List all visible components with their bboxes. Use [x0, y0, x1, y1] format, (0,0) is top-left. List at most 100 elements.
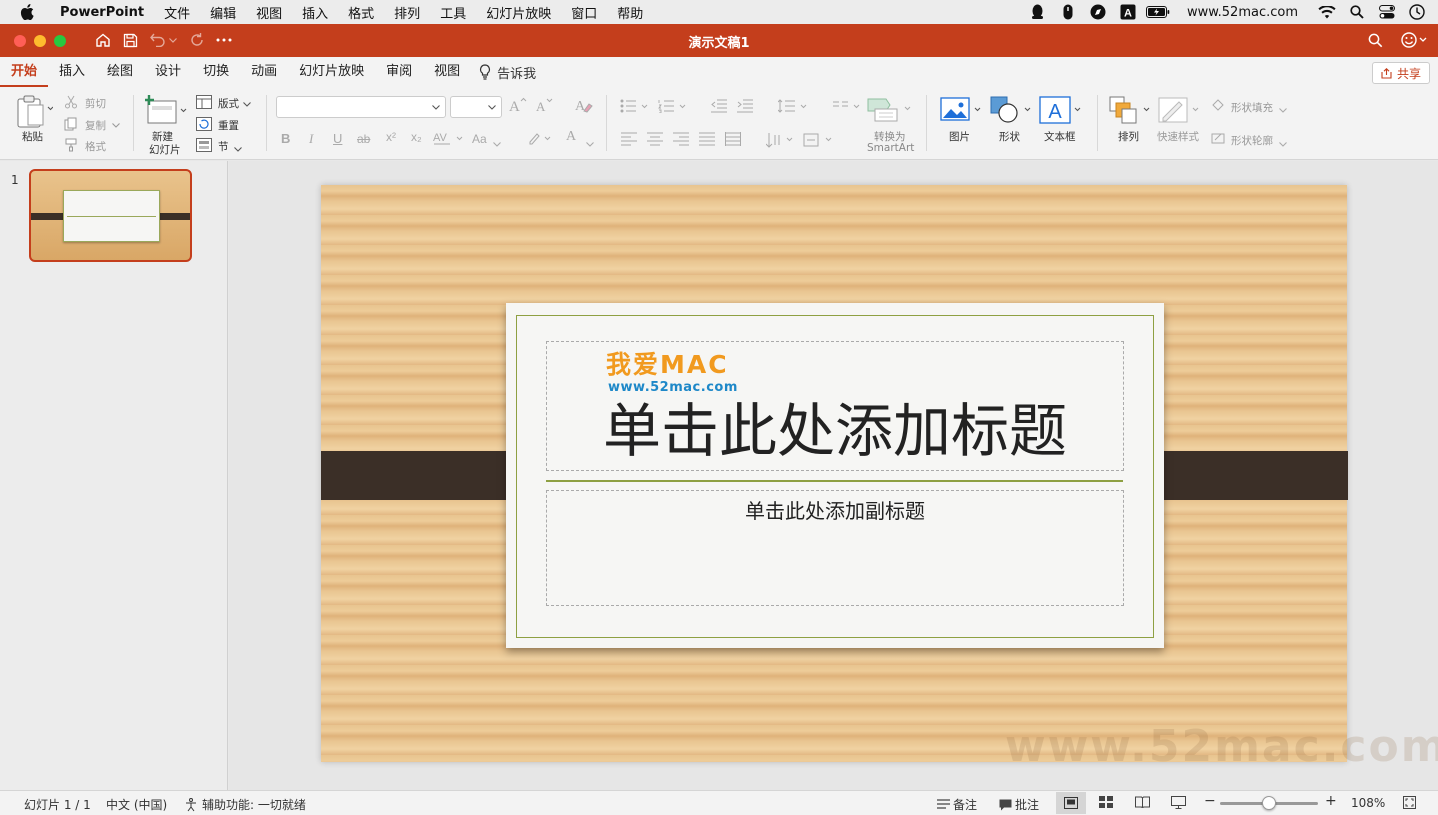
menu-window[interactable]: 窗口	[571, 3, 597, 22]
bullets-icon[interactable]	[620, 99, 650, 116]
menu-arrange[interactable]: 排列	[394, 3, 420, 22]
bold-button[interactable]: B	[281, 131, 290, 146]
tab-draw[interactable]: 绘图	[96, 57, 144, 87]
tab-insert[interactable]: 插入	[48, 57, 96, 87]
arrange-icon[interactable]	[1109, 96, 1153, 127]
tab-home[interactable]: 开始	[0, 57, 49, 87]
menu-view[interactable]: 视图	[256, 3, 282, 22]
copy-icon[interactable]	[64, 117, 78, 134]
copy-dropdown-icon[interactable]	[112, 118, 120, 131]
zoom-out-button[interactable]: −	[1204, 793, 1216, 809]
shapes-icon[interactable]	[990, 96, 1034, 127]
quick-styles-icon[interactable]	[1158, 96, 1202, 127]
picture-icon[interactable]	[940, 96, 984, 127]
increase-font-size-icon[interactable]: A	[509, 97, 527, 116]
wifi-icon[interactable]	[1312, 0, 1342, 24]
share-button[interactable]: 共享	[1371, 62, 1430, 84]
compass-icon[interactable]	[1083, 0, 1113, 24]
shape-fill-dropdown-icon[interactable]	[1279, 103, 1287, 116]
normal-view-button[interactable]	[1056, 792, 1086, 814]
spotlight-icon[interactable]	[1342, 0, 1372, 24]
slideshow-view-icon[interactable]	[1171, 796, 1186, 812]
tab-review[interactable]: 审阅	[375, 57, 423, 87]
change-case-dropdown-icon[interactable]	[493, 137, 501, 150]
shape-fill-icon[interactable]	[1211, 98, 1225, 115]
zoom-in-button[interactable]: +	[1325, 793, 1337, 809]
line-spacing-icon[interactable]	[777, 99, 810, 116]
align-left-icon[interactable]	[621, 132, 637, 149]
superscript-button[interactable]: x²	[386, 130, 396, 144]
qq-icon[interactable]	[1023, 0, 1053, 24]
align-center-icon[interactable]	[647, 132, 663, 149]
font-color-button[interactable]: A	[566, 129, 576, 145]
language-status[interactable]: 中文 (中国)	[106, 796, 167, 813]
fit-to-window-icon[interactable]	[1403, 796, 1416, 812]
smartart-icon[interactable]	[867, 95, 913, 126]
slide-thumbnail[interactable]	[29, 169, 192, 262]
shape-outline-dropdown-icon[interactable]	[1279, 137, 1287, 150]
numbering-icon[interactable]	[658, 99, 688, 116]
tab-animations[interactable]: 动画	[240, 57, 288, 87]
notes-button[interactable]: 备注	[937, 796, 977, 813]
highlight-icon[interactable]	[527, 131, 553, 148]
menu-tools[interactable]: 工具	[440, 3, 466, 22]
mouse-icon[interactable]	[1053, 0, 1083, 24]
tell-me-button[interactable]: 告诉我	[471, 63, 544, 82]
tab-transitions[interactable]: 切换	[192, 57, 240, 87]
zoom-level[interactable]: 108%	[1351, 796, 1385, 810]
battery-icon[interactable]	[1143, 0, 1173, 24]
menu-slideshow[interactable]: 幻灯片放映	[486, 3, 551, 22]
decrease-indent-icon[interactable]	[711, 99, 727, 116]
underline-button[interactable]: U	[333, 131, 342, 146]
menu-edit[interactable]: 编辑	[210, 3, 236, 22]
tab-slideshow[interactable]: 幻灯片放映	[288, 57, 375, 87]
reading-view-icon[interactable]	[1135, 796, 1150, 811]
section-icon[interactable]	[196, 138, 212, 155]
menu-help[interactable]: 帮助	[617, 3, 643, 22]
comments-button[interactable]: 批注	[999, 796, 1039, 813]
section-dropdown-icon[interactable]	[234, 142, 242, 155]
columns-icon[interactable]	[833, 99, 863, 116]
subscript-button[interactable]: x₂	[411, 130, 422, 144]
apple-icon[interactable]	[18, 3, 36, 21]
clock-icon[interactable]	[1402, 0, 1432, 24]
menu-insert[interactable]: 插入	[302, 3, 328, 22]
paste-icon[interactable]	[15, 95, 54, 132]
reset-icon[interactable]	[196, 117, 212, 134]
textbox-icon[interactable]: A	[1039, 96, 1085, 127]
app-menu[interactable]: PowerPoint	[60, 5, 144, 20]
tab-design[interactable]: 设计	[144, 57, 192, 87]
font-size-select[interactable]	[450, 96, 502, 118]
title-text[interactable]: 单击此处添加标题	[546, 396, 1124, 466]
feedback-smiley-icon[interactable]	[1400, 30, 1428, 50]
change-case-button[interactable]: Aa	[472, 132, 487, 146]
subtitle-text[interactable]: 单击此处添加副标题	[546, 497, 1124, 525]
tab-view[interactable]: 视图	[423, 57, 471, 87]
justify-icon[interactable]	[699, 132, 715, 149]
search-icon[interactable]	[1365, 30, 1385, 50]
font-color-dropdown-icon[interactable]	[586, 137, 594, 150]
increase-indent-icon[interactable]	[737, 99, 753, 116]
align-right-icon[interactable]	[673, 132, 689, 149]
layout-dropdown-icon[interactable]	[243, 97, 251, 110]
accessibility-status[interactable]: 辅助功能: 一切就绪	[185, 796, 306, 813]
menu-format[interactable]: 格式	[348, 3, 374, 22]
shape-outline-icon[interactable]	[1211, 131, 1225, 148]
slide-sorter-icon[interactable]	[1099, 796, 1113, 811]
cut-icon[interactable]	[64, 95, 78, 112]
italic-button[interactable]: I	[309, 131, 313, 147]
menu-file[interactable]: 文件	[164, 3, 190, 22]
format-painter-icon[interactable]	[64, 138, 78, 155]
character-spacing-icon[interactable]: AV	[433, 131, 465, 148]
new-slide-icon[interactable]	[144, 95, 189, 128]
clear-formatting-icon[interactable]: A	[575, 97, 593, 116]
align-text-icon[interactable]	[803, 132, 835, 151]
input-method-icon[interactable]: A	[1113, 0, 1143, 24]
distributed-icon[interactable]	[725, 132, 741, 149]
text-direction-icon[interactable]	[765, 132, 796, 151]
zoom-slider-thumb[interactable]	[1262, 796, 1276, 810]
strikethrough-button[interactable]: ab	[357, 132, 370, 146]
layout-icon[interactable]	[196, 95, 212, 112]
control-center-icon[interactable]	[1372, 0, 1402, 24]
decrease-font-size-icon[interactable]: A	[536, 97, 554, 116]
